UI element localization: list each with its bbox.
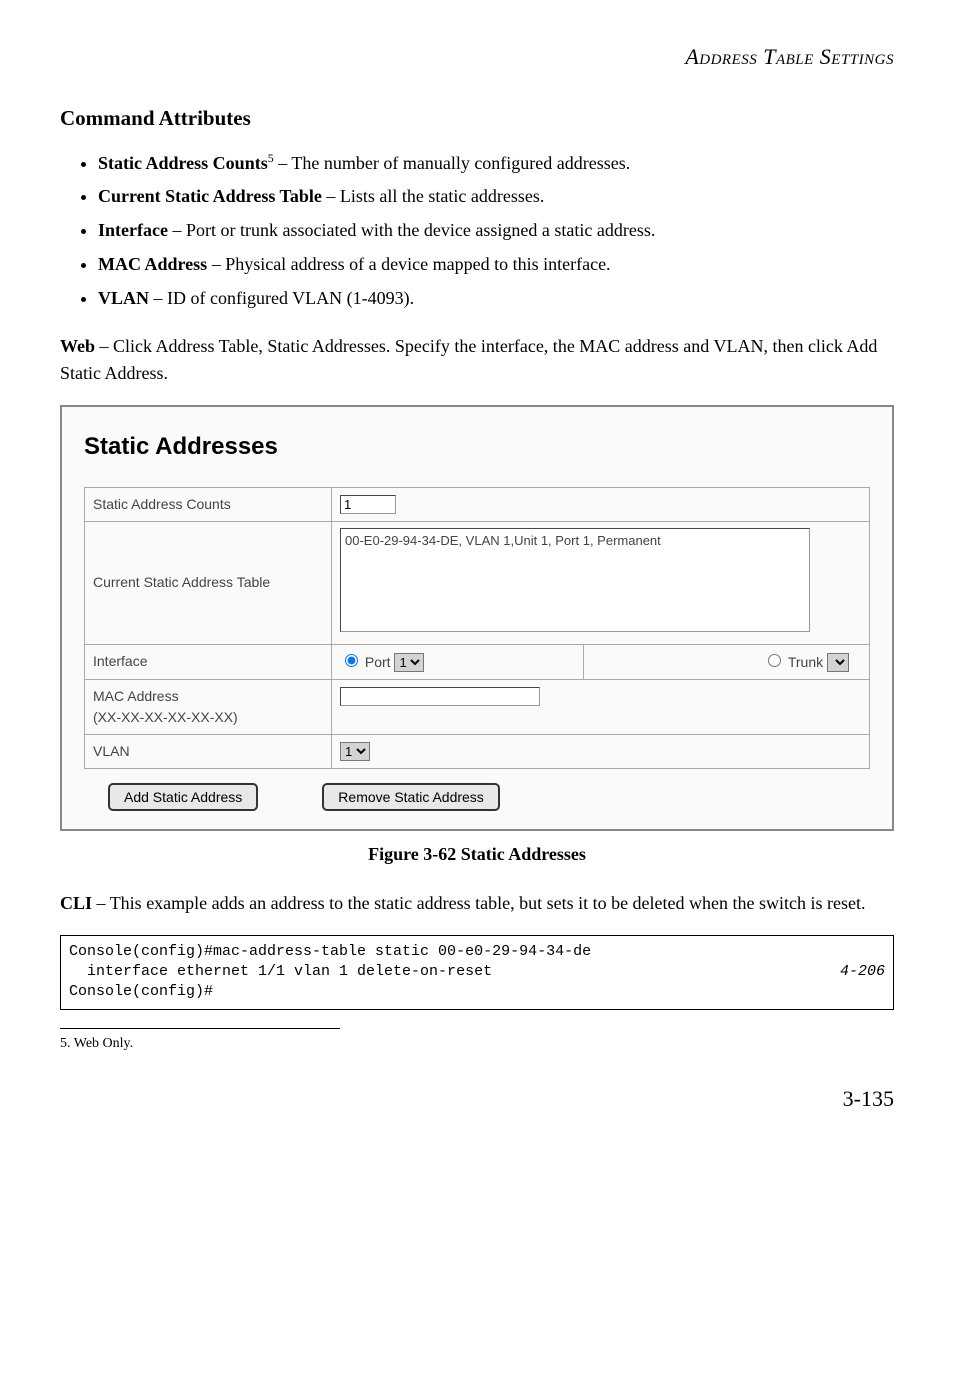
port-select[interactable]: 1 <box>394 653 424 672</box>
footnote: 5. Web Only. <box>60 1033 894 1054</box>
cli-body: – This example adds an address to the st… <box>92 893 865 913</box>
port-radio[interactable] <box>345 654 358 667</box>
code-line: Console(config)# <box>69 983 213 1000</box>
page-number: 3-135 <box>60 1082 894 1115</box>
table-cell: 00-E0-29-94-34-DE, VLAN 1,Unit 1, Port 1… <box>332 521 870 644</box>
term: MAC Address <box>98 254 207 274</box>
term: Interface <box>98 220 168 240</box>
page-header: Address Table Settings <box>60 40 894 73</box>
iface-label: Interface <box>85 644 332 679</box>
address-list[interactable]: 00-E0-29-94-34-DE, VLAN 1,Unit 1, Port 1… <box>340 528 810 632</box>
desc: – ID of configured VLAN (1-4093). <box>149 288 414 308</box>
term: Current Static Address Table <box>98 186 322 206</box>
remove-static-address-button[interactable]: Remove Static Address <box>322 783 500 811</box>
vlan-cell: 1 <box>332 734 870 768</box>
figure-caption: Figure 3-62 Static Addresses <box>60 841 894 868</box>
cli-lead: CLI <box>60 893 92 913</box>
list-item: VLAN – ID of configured VLAN (1-4093). <box>98 285 894 313</box>
mac-input[interactable] <box>340 687 540 706</box>
vlan-label: VLAN <box>85 734 332 768</box>
code-block: Console(config)#mac-address-table static… <box>60 935 894 1010</box>
button-row: Add Static Address Remove Static Address <box>84 783 870 811</box>
count-input[interactable] <box>340 495 396 514</box>
desc: – Lists all the static addresses. <box>322 186 544 206</box>
screenshot-title: Static Addresses <box>84 429 870 465</box>
count-label: Static Address Counts <box>85 487 332 521</box>
add-static-address-button[interactable]: Add Static Address <box>108 783 258 811</box>
mac-label-cell: MAC Address (XX-XX-XX-XX-XX-XX) <box>85 679 332 734</box>
mac-cell <box>332 679 870 734</box>
list-item: MAC Address – Physical address of a devi… <box>98 251 894 279</box>
count-cell <box>332 487 870 521</box>
web-lead: Web <box>60 336 95 356</box>
list-item: Current Static Address Table – Lists all… <box>98 183 894 211</box>
web-paragraph: Web – Click Address Table, Static Addres… <box>60 333 894 387</box>
footnote-rule <box>60 1028 340 1029</box>
form-table: Static Address Counts Current Static Add… <box>84 487 870 769</box>
port-label: Port <box>361 654 394 670</box>
trunk-radio[interactable] <box>768 654 781 667</box>
port-cell: Port 1 <box>332 644 584 679</box>
cli-paragraph: CLI – This example adds an address to th… <box>60 890 894 917</box>
list-item: Interface – Port or trunk associated wit… <box>98 217 894 245</box>
mac-label: MAC Address <box>93 688 179 704</box>
web-body: – Click Address Table, Static Addresses.… <box>60 336 877 383</box>
code-ref: 4-206 <box>840 962 885 982</box>
vlan-select[interactable]: 1 <box>340 742 370 761</box>
mac-sub: (XX-XX-XX-XX-XX-XX) <box>93 709 238 725</box>
desc: – The number of manually configured addr… <box>274 153 631 173</box>
term: Static Address Counts <box>98 153 268 173</box>
code-line: Console(config)#mac-address-table static… <box>69 943 591 960</box>
trunk-label: Trunk <box>784 654 827 670</box>
list-item: Static Address Counts5 – The number of m… <box>98 149 894 178</box>
term: VLAN <box>98 288 149 308</box>
desc: – Port or trunk associated with the devi… <box>168 220 655 240</box>
trunk-cell: Trunk <box>584 644 870 679</box>
desc: – Physical address of a device mapped to… <box>207 254 610 274</box>
section-heading: Command Attributes <box>60 103 894 135</box>
screenshot-panel: Static Addresses Static Address Counts C… <box>60 405 894 831</box>
attributes-list: Static Address Counts5 – The number of m… <box>60 149 894 313</box>
table-label: Current Static Address Table <box>85 521 332 644</box>
trunk-select[interactable] <box>827 653 849 672</box>
code-line: interface ethernet 1/1 vlan 1 delete-on-… <box>69 963 492 980</box>
